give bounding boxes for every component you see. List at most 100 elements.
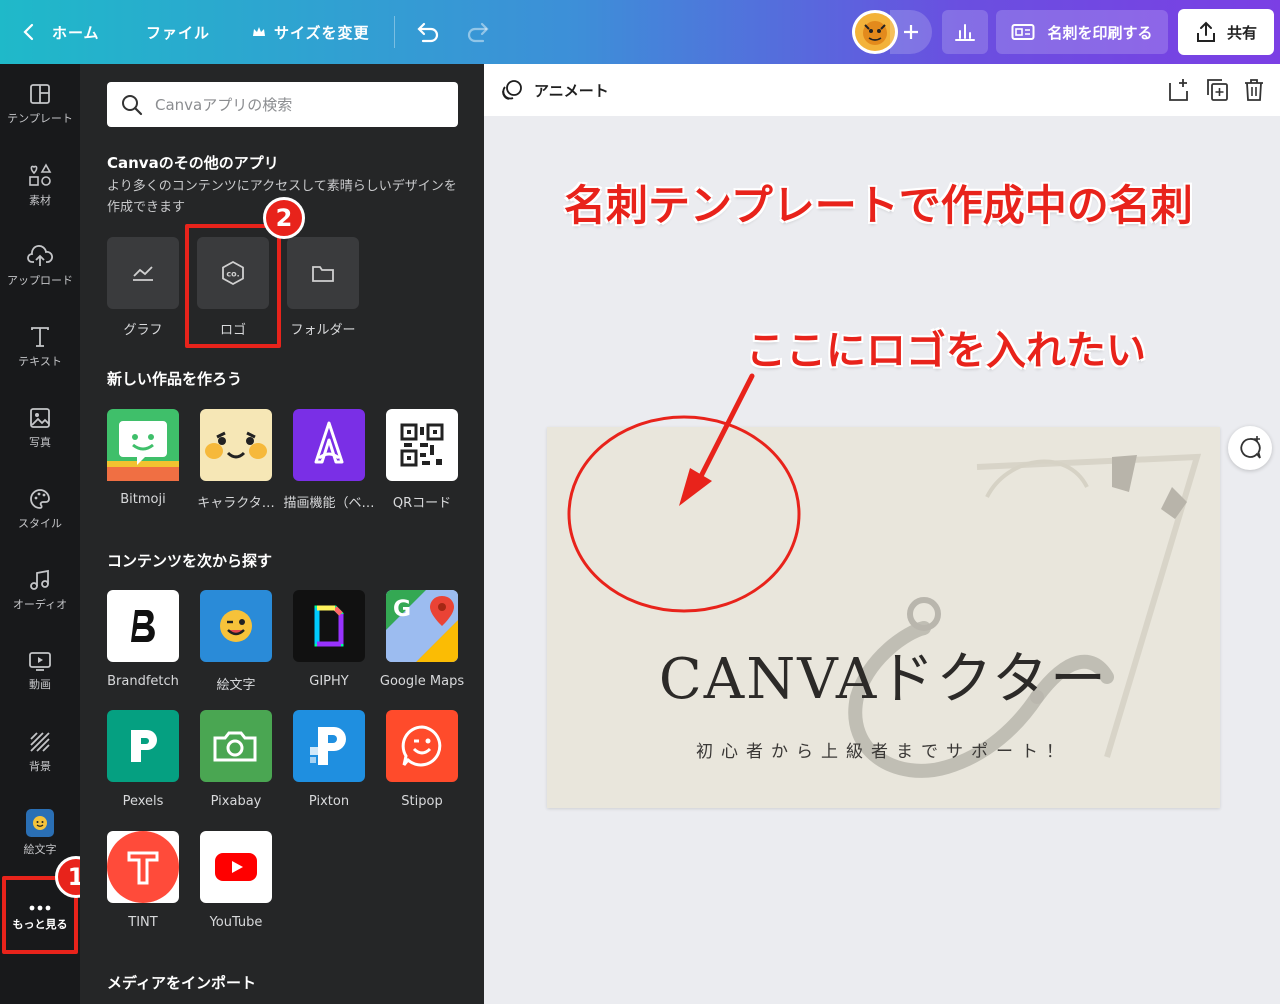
- rail-item-templates[interactable]: テンプレート: [0, 64, 80, 144]
- annotation-highlight-logo: [185, 224, 281, 348]
- rail-item-uploads[interactable]: アップロード: [0, 226, 80, 306]
- business-card[interactable]: CANVAドクター 初心者から上級者までサポート！: [547, 427, 1220, 808]
- explore-section-title: コンテンツを次から探す: [107, 552, 273, 570]
- app-label-google-maps: Google Maps: [379, 674, 465, 689]
- pixabay-camera-icon: [213, 731, 257, 762]
- animate-button[interactable]: アニメート: [500, 64, 609, 116]
- photo-icon: [30, 408, 50, 428]
- insights-button[interactable]: [942, 10, 988, 54]
- file-label: ファイル: [146, 23, 211, 42]
- rail-label: 写真: [29, 436, 51, 449]
- app-tile-youtube[interactable]: [200, 831, 272, 903]
- upload-cloud-icon: [27, 245, 53, 266]
- add-page-icon: [1169, 79, 1188, 101]
- card-subtitle[interactable]: 初心者から上級者までサポート！: [547, 737, 1220, 762]
- editor-toolbar: アニメート: [484, 64, 1280, 116]
- search-input[interactable]: [155, 95, 435, 114]
- emoji-icon: [26, 809, 54, 837]
- app-label-folder: フォルダー: [290, 323, 356, 338]
- bitmoji-icon: [107, 421, 179, 481]
- music-note-icon: [30, 569, 49, 590]
- app-tile-bitmoji[interactable]: [107, 409, 179, 481]
- svg-text:G: G: [393, 597, 411, 622]
- import-section-title: メディアをインポート: [107, 974, 256, 992]
- comment-button[interactable]: [1228, 426, 1272, 470]
- rail-item-photos[interactable]: 写真: [0, 388, 80, 468]
- app-tile-pexels[interactable]: [107, 710, 179, 782]
- qr-code-icon: [400, 423, 444, 467]
- rail-item-background[interactable]: 背景: [0, 712, 80, 792]
- youtube-play-icon: [215, 853, 257, 881]
- crown-icon: [253, 27, 265, 36]
- app-tile-qr[interactable]: [386, 409, 458, 481]
- rail-item-audio[interactable]: オーディオ: [0, 550, 80, 630]
- undo-button[interactable]: [414, 0, 440, 64]
- app-label-youtube: YouTube: [209, 915, 263, 930]
- top-bar: ホーム ファイル サイズを変更 名刺を印刷する 共有: [0, 0, 1280, 64]
- plus-icon: [904, 25, 918, 39]
- app-tile-pixabay[interactable]: [200, 710, 272, 782]
- character-face-icon: [205, 431, 267, 459]
- rail-label: テンプレート: [7, 112, 73, 125]
- app-label-character: キャラクタ…: [197, 496, 275, 511]
- app-label-bitmoji: Bitmoji: [120, 492, 166, 507]
- google-maps-icon: G: [386, 590, 458, 662]
- app-label-pexels: Pexels: [122, 794, 164, 809]
- folder-icon: [312, 266, 334, 282]
- print-business-cards-button[interactable]: 名刺を印刷する: [996, 10, 1168, 54]
- add-collaborator-button[interactable]: [890, 10, 932, 54]
- app-tile-folder[interactable]: [287, 237, 359, 309]
- rail-label: アップロード: [7, 274, 73, 287]
- add-comment-icon: [1240, 436, 1261, 459]
- create-section-title: 新しい作品を作ろう: [107, 370, 243, 388]
- bar-chart-icon: [955, 24, 975, 41]
- rail-label: テキスト: [18, 355, 62, 368]
- pixton-icon: [310, 727, 346, 765]
- app-tile-draw[interactable]: [293, 409, 365, 481]
- app-tile-tint[interactable]: [107, 831, 179, 903]
- redo-button[interactable]: [466, 0, 492, 64]
- rail-item-styles[interactable]: スタイル: [0, 469, 80, 549]
- video-icon: [29, 652, 51, 671]
- file-menu-button[interactable]: ファイル: [146, 0, 210, 64]
- rail-label: 背景: [29, 760, 51, 773]
- rail-item-elements[interactable]: 素材: [0, 145, 80, 225]
- share-label: 共有: [1226, 23, 1257, 42]
- chart-line-icon: [133, 266, 153, 281]
- rail-item-video[interactable]: 動画: [0, 631, 80, 711]
- animate-label: アニメート: [534, 81, 609, 100]
- app-tile-giphy[interactable]: [293, 590, 365, 662]
- share-button[interactable]: 共有: [1178, 9, 1274, 55]
- app-tile-stipop[interactable]: [386, 710, 458, 782]
- card-title[interactable]: CANVAドクター: [547, 634, 1220, 715]
- app-tile-brandfetch[interactable]: [107, 590, 179, 662]
- app-label-graph: グラフ: [123, 323, 163, 338]
- divider: [394, 16, 395, 48]
- duplicate-page-button[interactable]: [1205, 77, 1229, 107]
- app-tile-google-maps[interactable]: G: [386, 590, 458, 662]
- rail-item-text[interactable]: テキスト: [0, 307, 80, 387]
- palette-icon: [30, 489, 50, 509]
- avatar-tiger-icon: [863, 21, 887, 45]
- app-label-brandfetch: Brandfetch: [107, 674, 179, 689]
- app-tile-pixton[interactable]: [293, 710, 365, 782]
- undo-icon: [417, 22, 439, 43]
- app-tile-character[interactable]: [200, 409, 272, 481]
- annotation-headline: 名刺テンプレートで作成中の名刺: [564, 181, 1193, 230]
- app-label-stipop: Stipop: [401, 794, 443, 809]
- delete-page-button[interactable]: [1243, 77, 1265, 107]
- app-search-box[interactable]: [107, 82, 458, 127]
- home-button[interactable]: ホーム: [22, 0, 100, 64]
- app-tile-graph[interactable]: [107, 237, 179, 309]
- app-tile-emoji[interactable]: [200, 590, 272, 662]
- annotation-badge-2: 2: [263, 197, 305, 239]
- search-icon: [122, 94, 143, 115]
- elements-icon: [29, 163, 52, 186]
- resize-button[interactable]: サイズを変更: [252, 0, 370, 64]
- rail-label: オーディオ: [12, 598, 68, 611]
- share-upload-icon: [1196, 21, 1215, 42]
- app-label-giphy: GIPHY: [309, 674, 349, 689]
- text-icon: [31, 327, 49, 347]
- pexels-icon: [131, 730, 157, 762]
- add-page-button[interactable]: [1167, 77, 1191, 107]
